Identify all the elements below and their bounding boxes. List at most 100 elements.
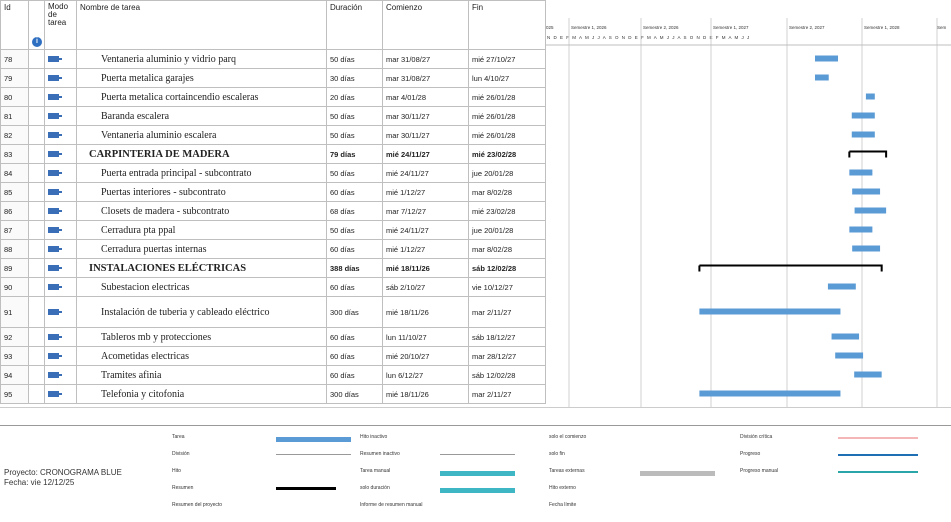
task-info-cell[interactable] (28, 327, 45, 347)
task-row[interactable]: 82 Ventaneria aluminio escalera 50 días mar… (0, 125, 546, 145)
task-start[interactable]: mié 24/11/27 (382, 220, 469, 240)
task-row[interactable]: 80 Puerta metalica cortaincendio escalera… (0, 87, 546, 107)
task-name[interactable]: INSTALACIONES ELÉCTRICAS (76, 258, 327, 278)
task-mode-cell[interactable] (44, 125, 77, 145)
task-name[interactable]: Tableros mb y protecciones (76, 327, 327, 347)
task-row[interactable]: 94 Tramites afinia 60 días lun 6/12/27 sáb 1… (0, 365, 546, 385)
task-info-cell[interactable] (28, 201, 45, 221)
task-finish[interactable]: mar 8/02/28 (468, 239, 546, 259)
col-header-start[interactable]: Comienzo (382, 0, 469, 50)
task-id[interactable]: 82 (0, 125, 29, 145)
task-info-cell[interactable] (28, 49, 45, 69)
task-info-cell[interactable] (28, 220, 45, 240)
task-row[interactable]: 86 Closets de madera - subcontrato 68 días… (0, 201, 546, 221)
task-id[interactable]: 83 (0, 144, 29, 164)
task-duration[interactable]: 79 días (326, 144, 383, 164)
task-name[interactable]: Subestacion electricas (76, 277, 327, 297)
task-row[interactable]: 79 Puerta metalica garajes 30 días mar 31/0… (0, 68, 546, 88)
task-info-cell[interactable] (28, 384, 45, 404)
task-row[interactable]: 84 Puerta entrada principal - subcontrato… (0, 163, 546, 183)
task-id[interactable]: 80 (0, 87, 29, 107)
task-id[interactable]: 79 (0, 68, 29, 88)
task-finish[interactable]: sáb 12/02/28 (468, 258, 546, 278)
task-id[interactable]: 84 (0, 163, 29, 183)
task-duration[interactable]: 50 días (326, 125, 383, 145)
task-duration[interactable]: 300 días (326, 296, 383, 328)
task-row[interactable]: 95 Telefonia y citofonia 300 días mié 18/11… (0, 384, 546, 404)
task-start[interactable]: mié 18/11/26 (382, 384, 469, 404)
task-mode-cell[interactable] (44, 258, 77, 278)
task-duration[interactable]: 60 días (326, 239, 383, 259)
task-row[interactable]: 92 Tableros mb y protecciones 60 días lun 1… (0, 327, 546, 347)
task-name[interactable]: Puerta metalica cortaincendio escaleras (76, 87, 327, 107)
task-mode-cell[interactable] (44, 87, 77, 107)
task-start[interactable]: mié 18/11/26 (382, 258, 469, 278)
task-info-cell[interactable] (28, 68, 45, 88)
task-start[interactable]: mar 31/08/27 (382, 68, 469, 88)
task-row[interactable]: 85 Puertas interiores - subcontrato 60 día… (0, 182, 546, 202)
task-finish[interactable]: mié 26/01/28 (468, 106, 546, 126)
task-name[interactable]: Puerta entrada principal - subcontrato (76, 163, 327, 183)
col-header-name[interactable]: Nombre de tarea (76, 0, 327, 50)
task-info-cell[interactable] (28, 87, 45, 107)
task-finish[interactable]: vie 10/12/27 (468, 277, 546, 297)
task-finish[interactable]: mié 26/01/28 (468, 125, 546, 145)
task-id[interactable]: 87 (0, 220, 29, 240)
task-finish[interactable]: mié 27/10/27 (468, 49, 546, 69)
task-id[interactable]: 78 (0, 49, 29, 69)
task-mode-cell[interactable] (44, 277, 77, 297)
task-finish[interactable]: mié 26/01/28 (468, 87, 546, 107)
task-row[interactable]: 91 Instalación de tuberia y cableado eléc… (0, 296, 546, 328)
task-start[interactable]: lun 6/12/27 (382, 365, 469, 385)
task-start[interactable]: mié 1/12/27 (382, 239, 469, 259)
task-duration[interactable]: 60 días (326, 327, 383, 347)
task-id[interactable]: 89 (0, 258, 29, 278)
task-mode-cell[interactable] (44, 384, 77, 404)
task-mode-cell[interactable] (44, 239, 77, 259)
task-info-cell[interactable] (28, 258, 45, 278)
task-start[interactable]: mié 1/12/27 (382, 182, 469, 202)
task-finish[interactable]: sáb 18/12/27 (468, 327, 546, 347)
task-info-cell[interactable] (28, 296, 45, 328)
task-id[interactable]: 92 (0, 327, 29, 347)
task-mode-cell[interactable] (44, 182, 77, 202)
task-finish[interactable]: mié 23/02/28 (468, 144, 546, 164)
task-id[interactable]: 91 (0, 296, 29, 328)
task-finish[interactable]: mar 2/11/27 (468, 296, 546, 328)
task-duration[interactable]: 60 días (326, 346, 383, 366)
task-row[interactable]: 78 Ventaneria aluminio y vidrio parq 50 dí… (0, 49, 546, 69)
task-finish[interactable]: lun 4/10/27 (468, 68, 546, 88)
task-mode-cell[interactable] (44, 68, 77, 88)
task-info-cell[interactable] (28, 144, 45, 164)
task-duration[interactable]: 50 días (326, 49, 383, 69)
task-name[interactable]: Instalación de tuberia y cableado eléctr… (76, 296, 327, 328)
task-name[interactable]: Telefonia y citofonia (76, 384, 327, 404)
task-duration[interactable]: 68 días (326, 201, 383, 221)
task-start[interactable]: mié 20/10/27 (382, 346, 469, 366)
task-start[interactable]: mié 24/11/27 (382, 163, 469, 183)
task-start[interactable]: mar 30/11/27 (382, 106, 469, 126)
task-id[interactable]: 93 (0, 346, 29, 366)
task-info-cell[interactable] (28, 125, 45, 145)
gantt-chart[interactable]: 025 Semestre 1, 2026 Semestre 2, 2026 Se… (545, 0, 951, 407)
task-mode-cell[interactable] (44, 49, 77, 69)
task-row[interactable]: 81 Baranda escalera 50 días mar 30/11/27 mié… (0, 106, 546, 126)
col-header-info[interactable]: i (28, 0, 45, 50)
task-start[interactable]: mié 24/11/27 (382, 144, 469, 164)
task-duration[interactable]: 60 días (326, 277, 383, 297)
task-info-cell[interactable] (28, 182, 45, 202)
task-row[interactable]: 88 Cerradura puertas internas 60 días mié 1… (0, 239, 546, 259)
task-finish[interactable]: mar 2/11/27 (468, 384, 546, 404)
task-name[interactable]: Closets de madera - subcontrato (76, 201, 327, 221)
task-row[interactable]: 83 CARPINTERIA DE MADERA 79 días mié 24/11/… (0, 144, 546, 164)
task-mode-cell[interactable] (44, 220, 77, 240)
task-name[interactable]: Tramites afinia (76, 365, 327, 385)
task-mode-cell[interactable] (44, 327, 77, 347)
task-row[interactable]: 90 Subestacion electricas 60 días sáb 2/10/… (0, 277, 546, 297)
task-mode-cell[interactable] (44, 163, 77, 183)
task-info-cell[interactable] (28, 365, 45, 385)
task-info-cell[interactable] (28, 106, 45, 126)
col-header-id[interactable]: Id (0, 0, 29, 50)
task-mode-cell[interactable] (44, 201, 77, 221)
task-info-cell[interactable] (28, 239, 45, 259)
